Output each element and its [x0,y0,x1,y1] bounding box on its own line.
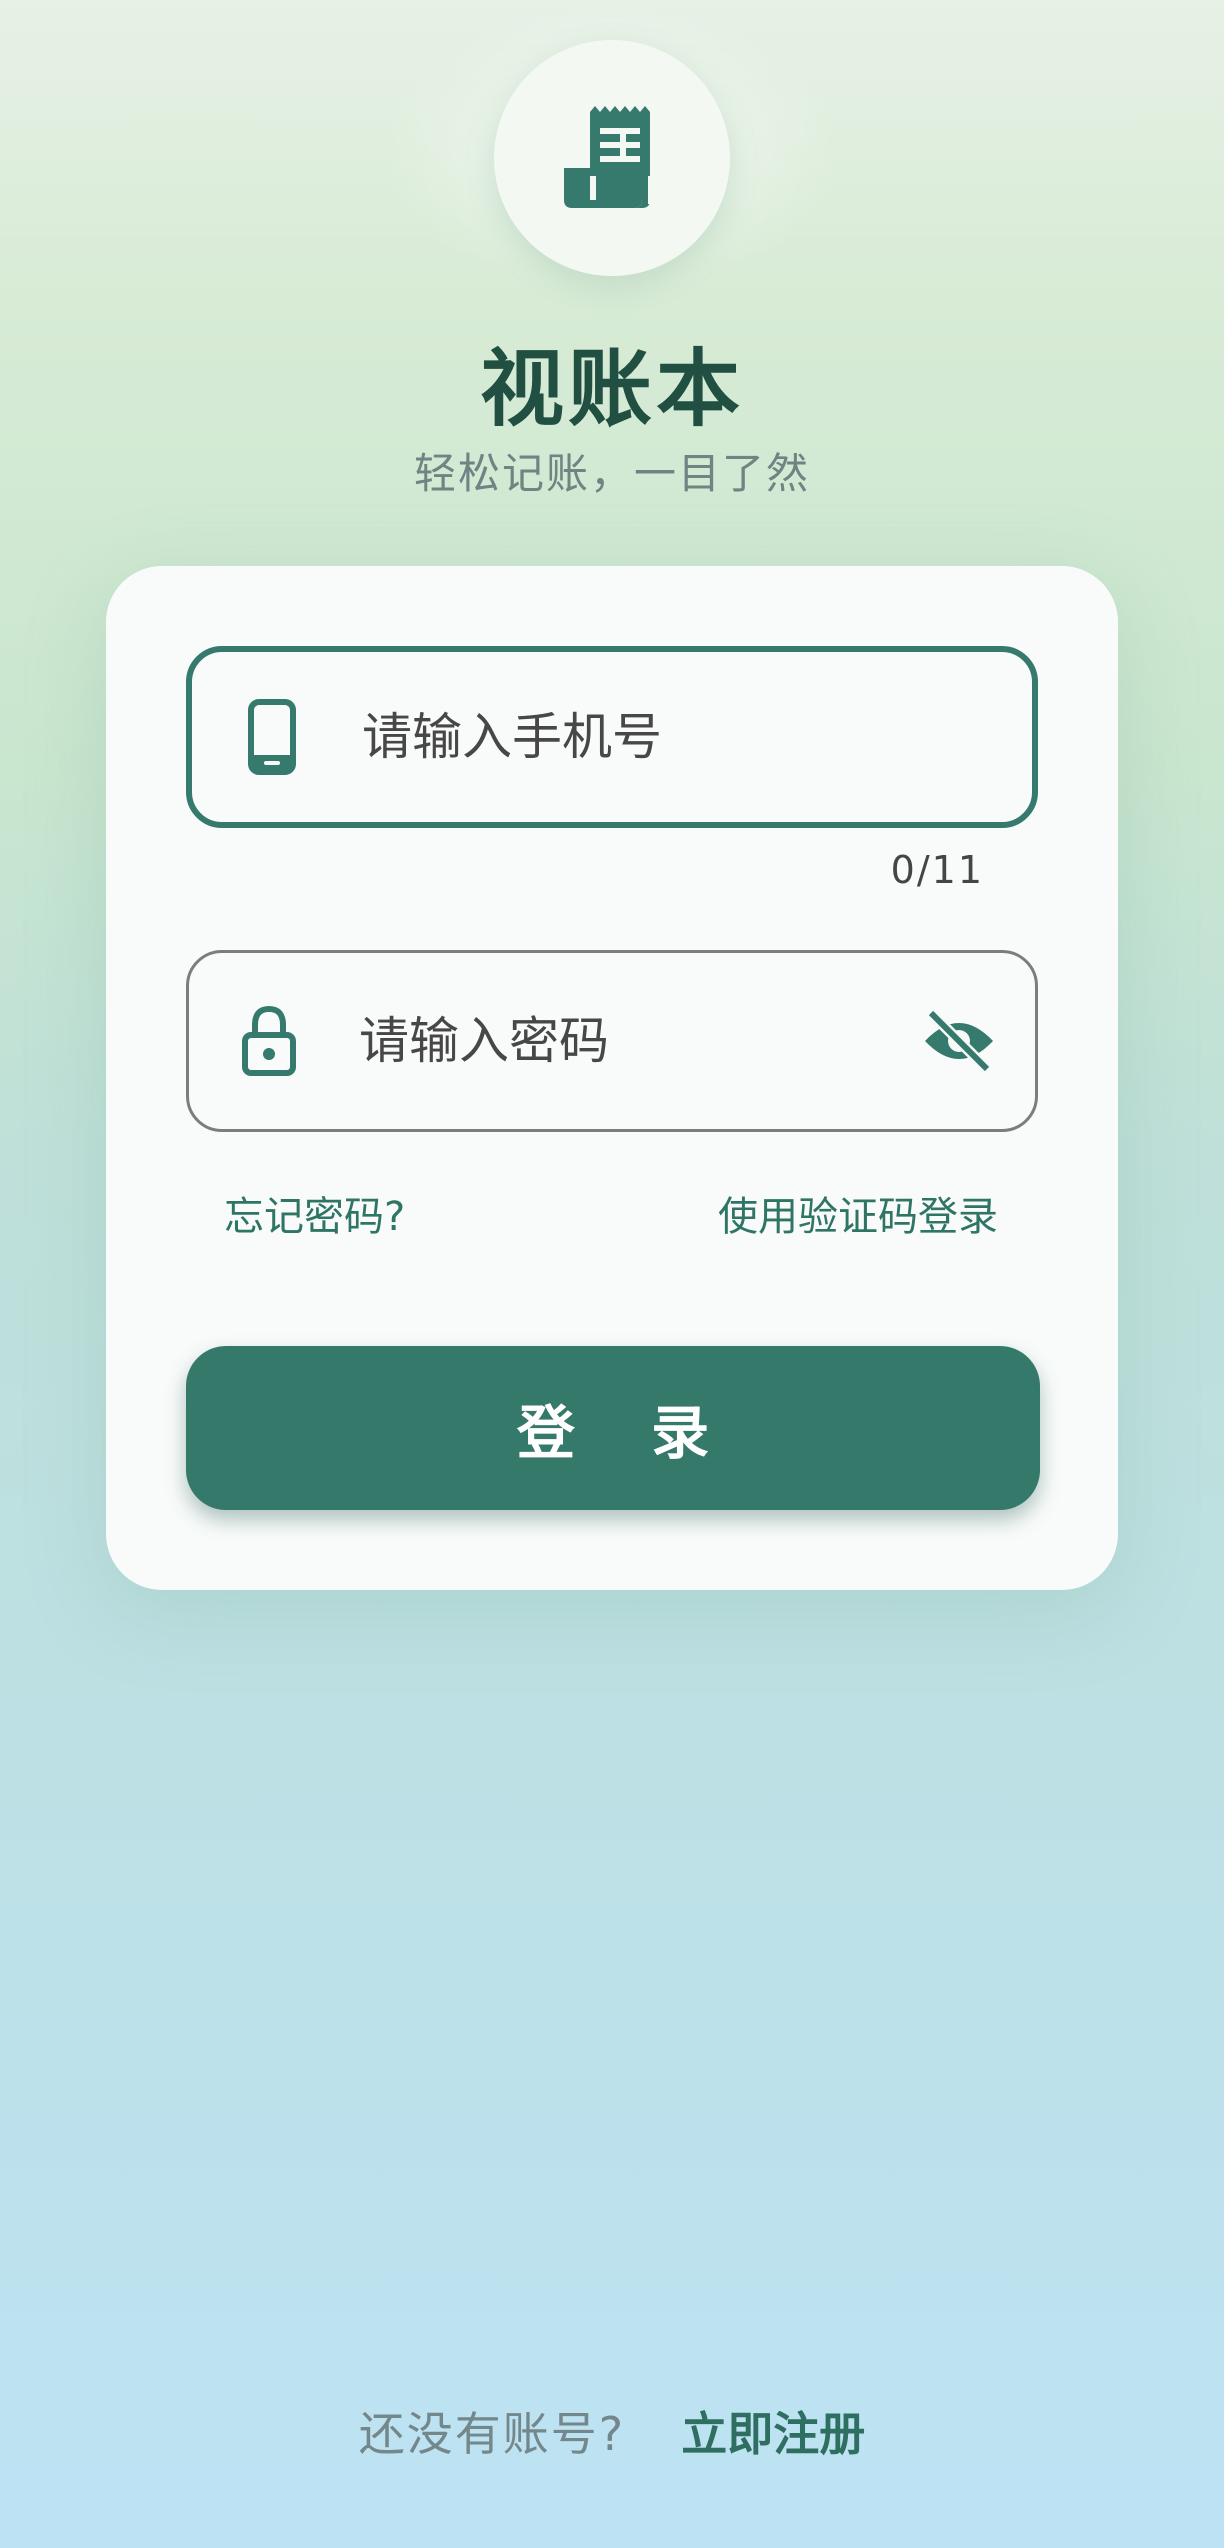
receipt-icon [564,106,650,208]
register-prompt: 还没有账号? 立即注册 [0,2398,1224,2464]
phone-input[interactable] [362,652,922,822]
register-question: 还没有账号? [358,2407,626,2461]
app-title: 视账本 [479,340,744,438]
password-field[interactable] [186,950,1038,1132]
sms-login-link[interactable]: 使用验证码登录 [718,1184,998,1242]
login-button[interactable]: 登 录 [186,1346,1040,1510]
login-screen: 视账本 轻松记账，一目了然 0/11 [0,0,1224,2548]
lock-icon [239,1001,299,1081]
login-card: 0/11 忘记密码? 使用验证码登录 [106,566,1118,1590]
app-subtitle: 轻松记账，一目了然 [413,449,810,498]
register-link[interactable]: 立即注册 [681,2407,865,2461]
app-logo [494,40,730,276]
phone-char-counter: 0/11 [890,848,984,892]
phone-field[interactable] [186,646,1038,828]
password-input[interactable] [359,953,919,1129]
eye-off-icon[interactable] [919,1006,999,1076]
forgot-password-link[interactable]: 忘记密码? [224,1184,405,1242]
phone-icon [242,697,302,777]
